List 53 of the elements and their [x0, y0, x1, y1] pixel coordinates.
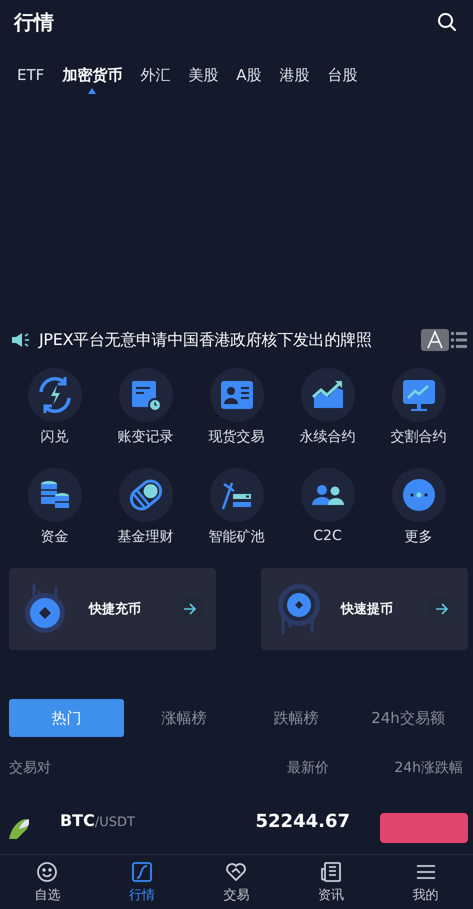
- shortcut-button[interactable]: 账变记录: [100, 368, 191, 446]
- market-tab[interactable]: 台股: [318, 62, 367, 102]
- shortcut-button[interactable]: C2C: [282, 468, 373, 546]
- monitor-chart-icon: [392, 368, 446, 422]
- quick-action-card[interactable]: 快速提币: [261, 568, 468, 650]
- rising-chart-icon: [300, 368, 354, 422]
- font-size-icon[interactable]: [421, 329, 449, 351]
- market-tab[interactable]: 加密货币: [53, 62, 132, 102]
- document-clock-icon: [118, 368, 172, 422]
- nav-item[interactable]: 资讯: [284, 855, 378, 909]
- shortcut-button[interactable]: 永续合约: [282, 368, 373, 446]
- search-icon[interactable]: [437, 12, 457, 32]
- ranking-tab[interactable]: 24h交易额: [352, 699, 464, 737]
- nav-item[interactable]: 自选: [0, 855, 95, 909]
- quick-action-card[interactable]: 快捷充币: [9, 568, 216, 650]
- pickaxe-icon: [210, 468, 264, 522]
- announcement-text[interactable]: JPEX平台无意申请中国香港政府核下发出的牌照: [39, 330, 413, 350]
- users-icon: [300, 468, 354, 522]
- coin-down-icon: [277, 583, 321, 635]
- trading-pair: BTC/USDT: [60, 811, 136, 830]
- triangle-icon: [88, 88, 96, 94]
- column-header: 24h涨跌幅: [393, 759, 463, 777]
- market-tab[interactable]: ETF: [8, 62, 54, 102]
- smiley-icon: [36, 860, 58, 882]
- column-header: 最新价: [287, 759, 330, 777]
- shortcut-button[interactable]: 更多: [373, 468, 464, 546]
- id-card-icon: [210, 368, 264, 422]
- nav-item[interactable]: 行情: [94, 855, 190, 909]
- newspaper-icon: [320, 860, 342, 882]
- list-icon[interactable]: [451, 331, 467, 349]
- shortcut-button[interactable]: 基金理财: [100, 468, 191, 546]
- lightning-refresh-icon: [28, 368, 82, 422]
- nav-item[interactable]: 我的: [378, 855, 473, 909]
- market-tab[interactable]: A股: [227, 62, 271, 102]
- ranking-tab[interactable]: 跌幅榜: [240, 699, 352, 737]
- market-tab[interactable]: 港股: [270, 62, 319, 102]
- more-icon: [392, 468, 446, 522]
- market-tab[interactable]: 美股: [179, 62, 228, 102]
- market-tab[interactable]: 外汇: [131, 62, 180, 102]
- coin-stack-icon: [28, 468, 82, 522]
- coins-icon: [118, 468, 172, 522]
- heart-icon: [225, 860, 248, 882]
- page-title: 行情: [14, 8, 54, 36]
- shortcut-button[interactable]: 资金: [9, 468, 100, 546]
- shortcut-button[interactable]: 闪兑: [9, 368, 100, 446]
- nav-item[interactable]: 交易: [189, 855, 284, 909]
- shortcut-button[interactable]: 智能矿池: [191, 468, 282, 546]
- ranking-tab[interactable]: 涨幅榜: [128, 699, 240, 737]
- shortcut-button[interactable]: 现货交易: [191, 368, 282, 446]
- price-text: 52244.67: [256, 811, 352, 832]
- column-header: 交易对: [9, 759, 52, 777]
- shortcut-button[interactable]: 交割合约: [373, 368, 464, 446]
- megaphone-icon: [11, 332, 31, 348]
